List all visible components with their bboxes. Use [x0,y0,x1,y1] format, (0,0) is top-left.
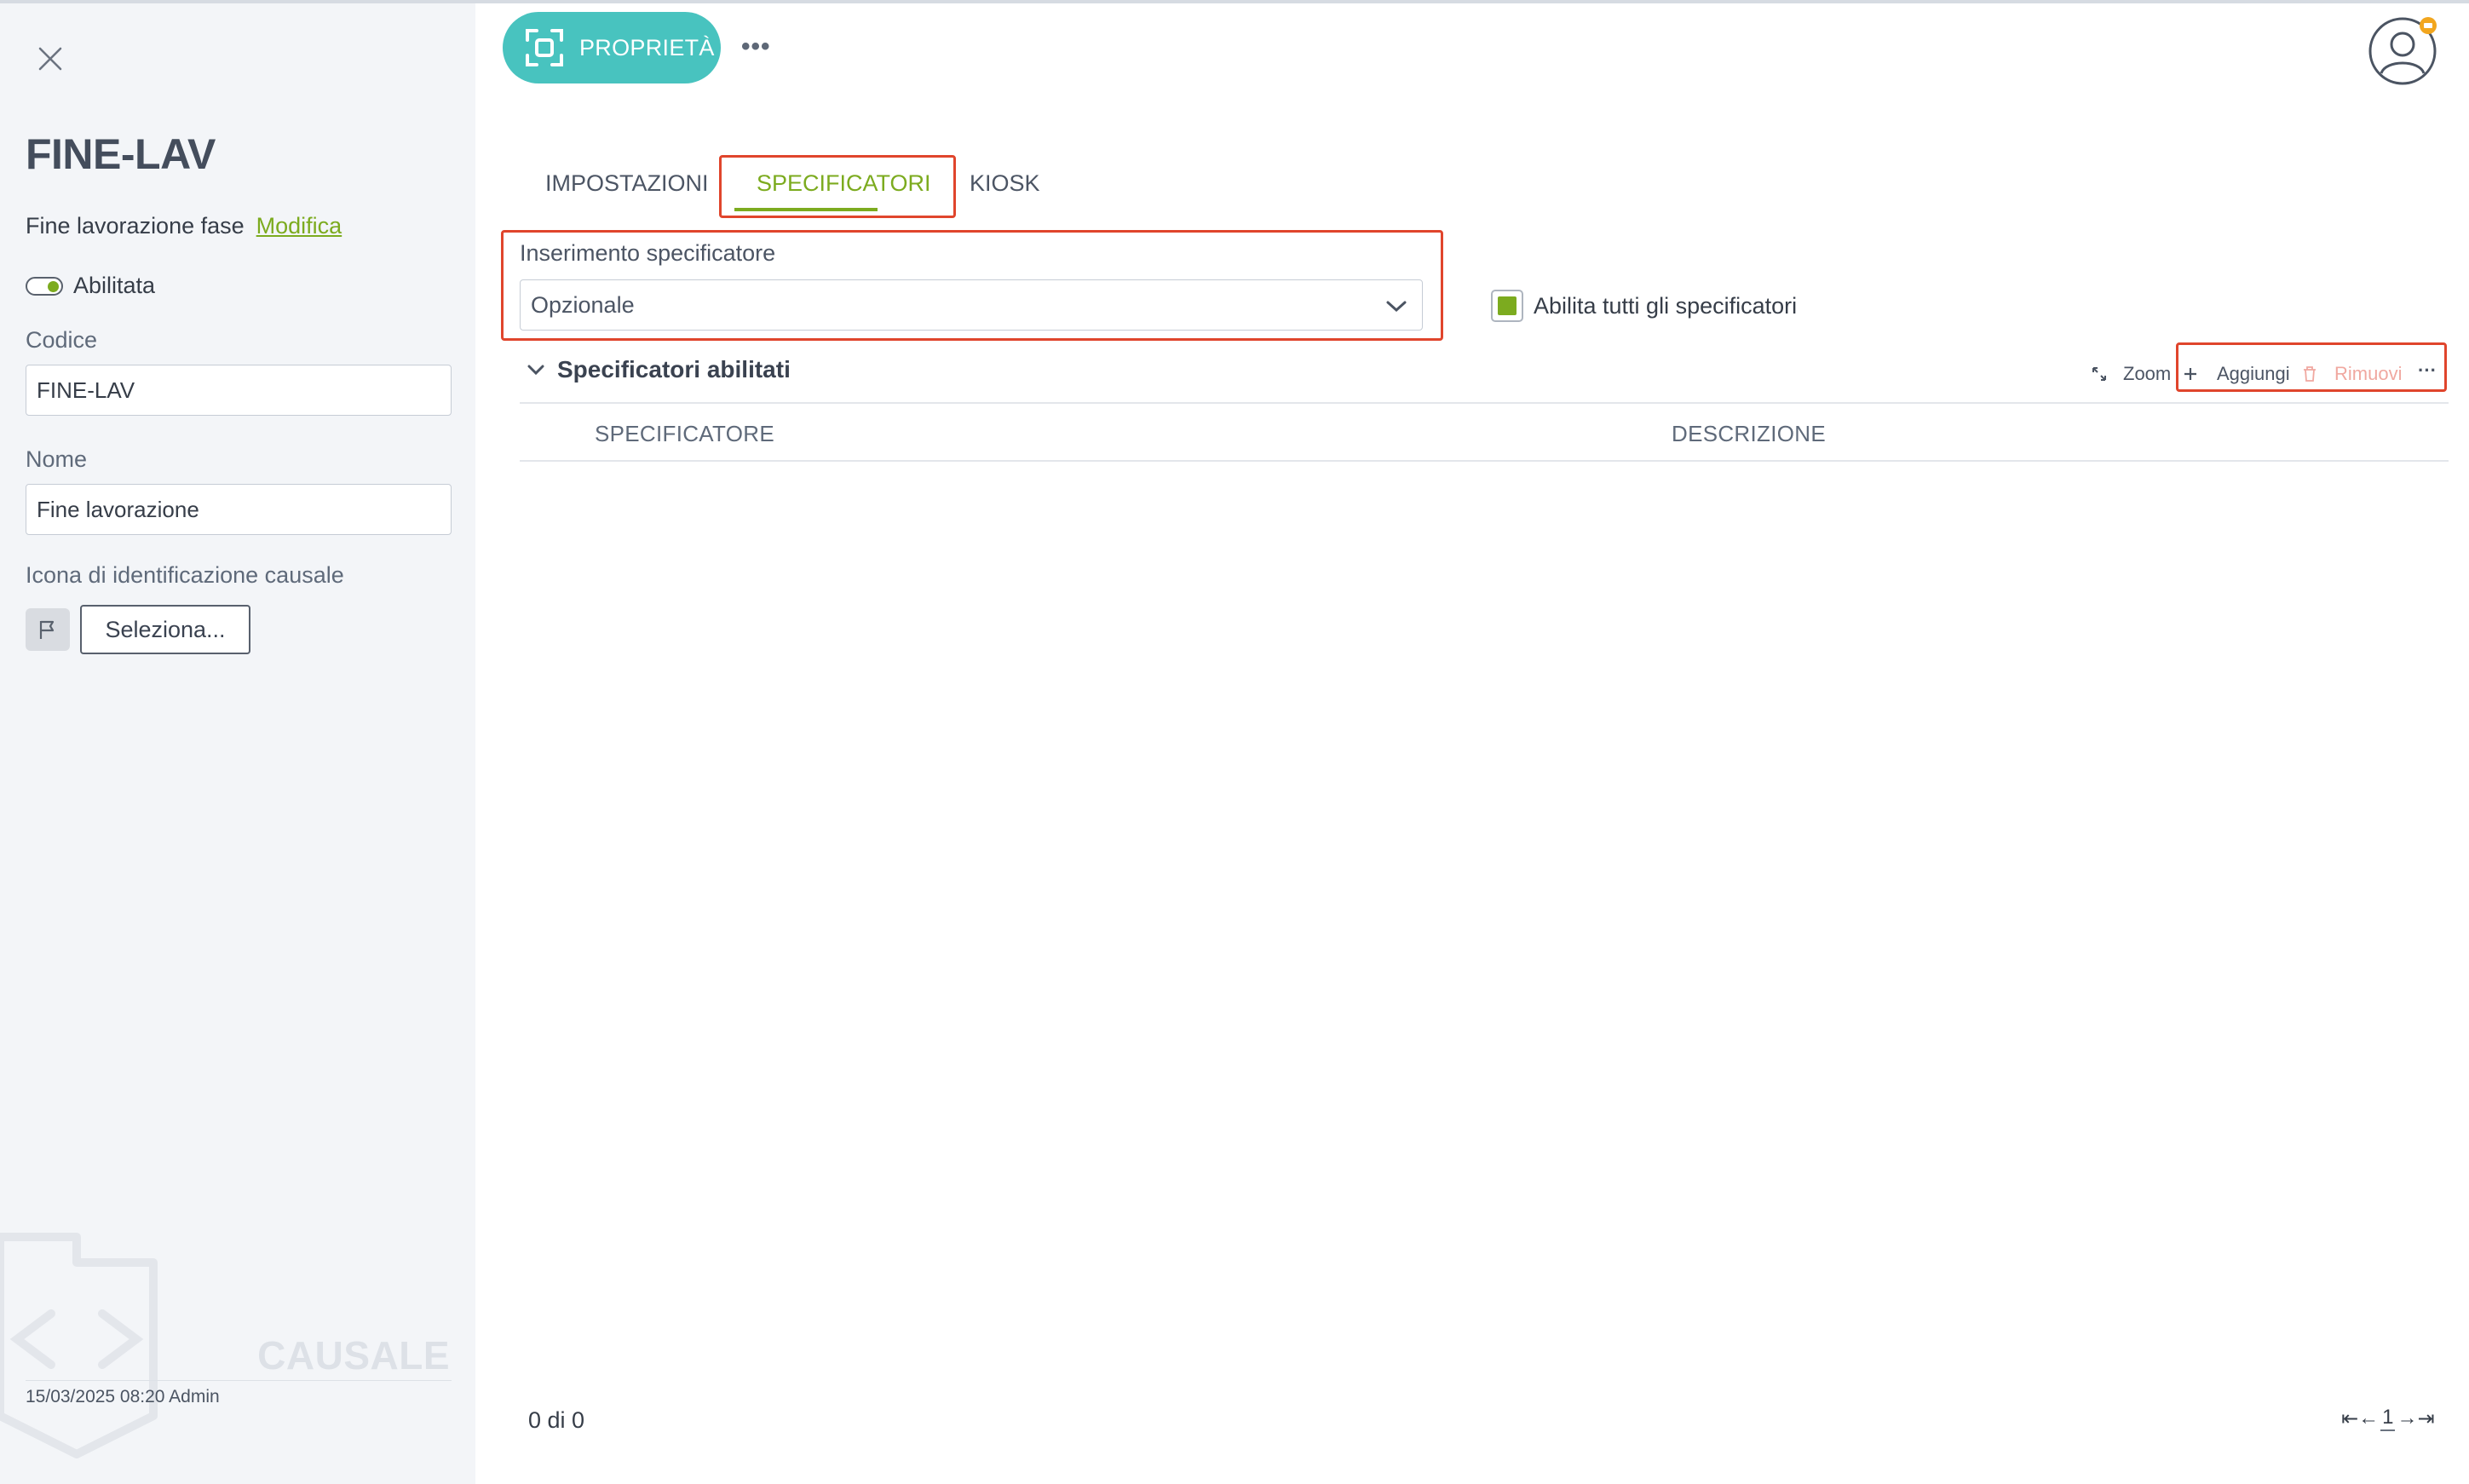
detail-sidebar: FINE-LAV Fine lavorazione fase Modifica A… [0,3,475,1484]
prev-page-button[interactable]: ← [2358,1406,2379,1430]
select-icon-button[interactable]: Seleziona... [80,605,250,654]
chevron-down-icon [1386,301,1407,313]
flag-icon [26,608,70,651]
main-content: PROPRIETÀ ••• IMPOSTAZIONI SPECIFICATORI… [475,3,2469,1484]
current-page[interactable]: 1 [2380,1406,2396,1431]
last-modified-info: 15/03/2025 08:20 Admin [26,1387,220,1406]
close-icon[interactable] [36,44,65,73]
enabled-toggle-row: Abilitata [26,273,155,299]
record-description: Fine lavorazione fase Modifica [26,213,342,239]
pager: ⇤ ← 1 → ⇥ [2341,1406,2435,1431]
toolbar-more-icon[interactable]: ··· [2418,359,2437,382]
properties-button-label: PROPRIETÀ [579,34,715,60]
active-tab-indicator [734,208,878,211]
causale-watermark-icon [0,1233,158,1458]
insert-specificatore-label: Inserimento specificatore [520,240,776,266]
tab-specificatori[interactable]: SPECIFICATORI [757,170,931,197]
add-button[interactable]: Aggiungi [2183,363,2290,385]
plus-icon [2184,368,2196,380]
first-page-button[interactable]: ⇤ [2341,1406,2358,1431]
zoom-button[interactable]: Zoom [2091,363,2171,385]
zoom-label: Zoom [2123,363,2172,384]
last-page-button[interactable]: ⇥ [2417,1406,2434,1431]
add-label: Aggiungi [2217,363,2290,384]
codice-label: Codice [26,327,98,353]
record-code-title: FINE-LAV [26,130,216,178]
nome-label: Nome [26,446,88,472]
description-text: Fine lavorazione fase [26,213,245,239]
expand-icon [2092,367,2106,381]
user-avatar-icon[interactable] [2367,15,2438,87]
column-header-specificatore[interactable]: SPECIFICATORE [595,421,774,447]
grid-toolbar: Zoom Aggiungi Rimuovi ··· [475,359,2469,394]
nome-input[interactable] [26,484,452,535]
enabled-toggle[interactable] [26,276,63,296]
remove-button[interactable]: Rimuovi [2302,363,2402,385]
enable-all-checkbox-row[interactable]: Abilita tutti gli specificatori [1491,290,1797,322]
codice-input[interactable] [26,365,452,416]
remove-label: Rimuovi [2334,363,2403,384]
column-header-descrizione[interactable]: DESCRIZIONE [1672,421,1826,447]
ellipsis-icon[interactable]: ••• [741,32,771,61]
enable-all-label: Abilita tutti gli specificatori [1534,292,1798,319]
trash-icon [2304,366,2316,382]
grid-header-divider [520,460,2449,462]
entity-type-label: CAUSALE [257,1333,450,1378]
tab-impostazioni[interactable]: IMPOSTAZIONI [545,170,709,197]
record-count: 0 di 0 [528,1407,585,1433]
next-page-button[interactable]: → [2397,1406,2417,1430]
edit-description-link[interactable]: Modifica [256,213,342,239]
grid-top-divider [520,402,2449,404]
properties-button[interactable]: PROPRIETÀ [503,12,721,83]
insert-specificatore-value: Opzionale [531,291,635,318]
insert-specificatore-select[interactable]: Opzionale [520,279,1423,331]
focus-frame-icon [526,29,563,66]
enable-all-checkbox[interactable] [1491,290,1523,322]
footer-divider [26,1380,452,1381]
tab-kiosk[interactable]: KIOSK [970,170,1040,197]
enabled-toggle-label: Abilitata [73,273,156,298]
icon-label: Icona di identificazione causale [26,562,344,588]
